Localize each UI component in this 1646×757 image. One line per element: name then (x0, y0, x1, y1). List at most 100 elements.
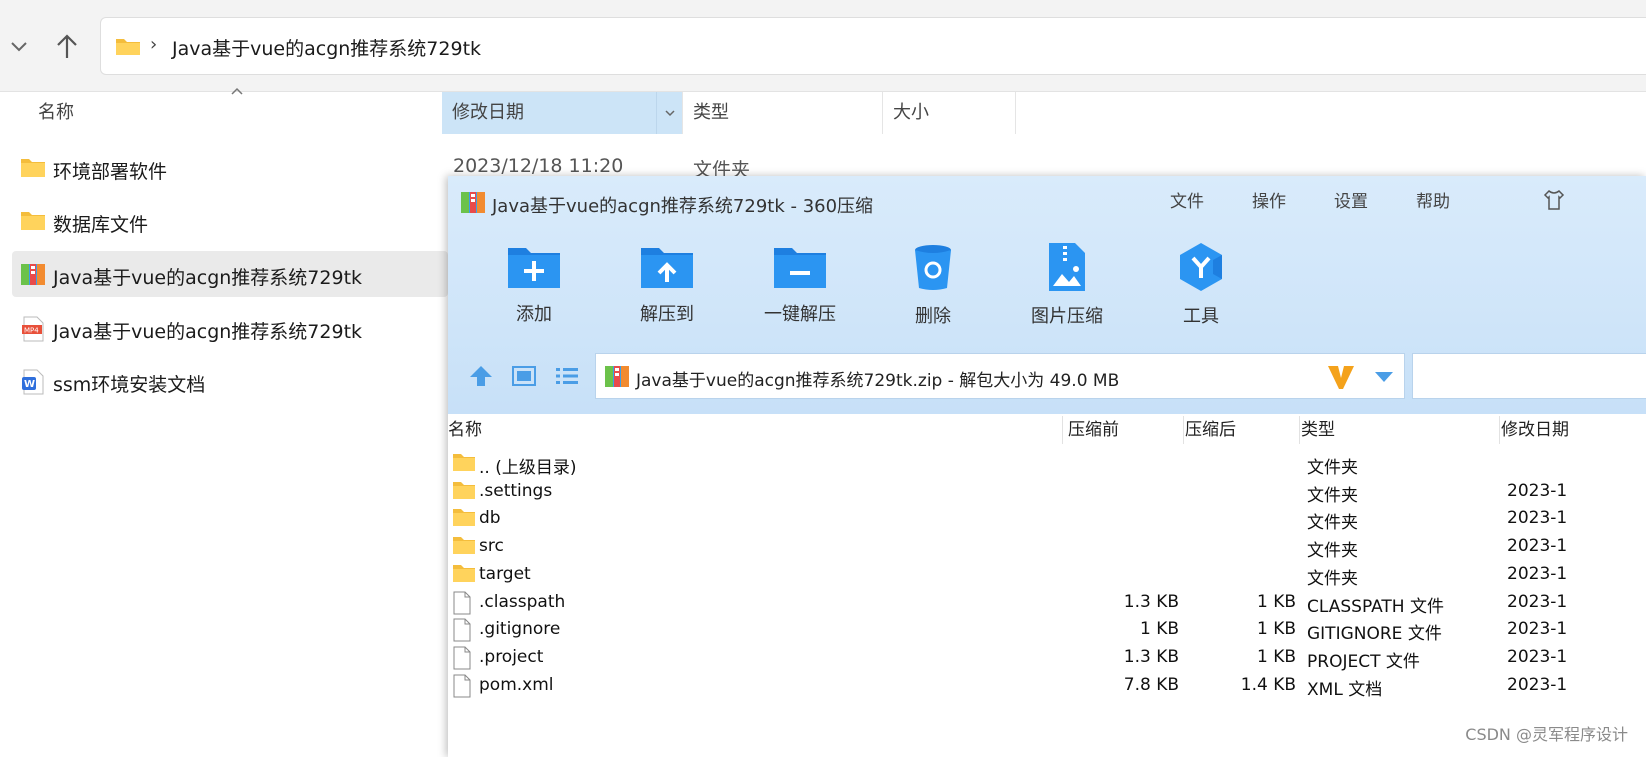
row-date: 2023-1 (1507, 480, 1568, 501)
table-row[interactable]: src 文件夹 2023-1 (448, 533, 1646, 561)
row-type: 文件夹 (1307, 485, 1358, 506)
archive-search-input[interactable] (1412, 353, 1646, 399)
mp4-file-icon: MP4 (22, 316, 44, 342)
column-header-size[interactable]: 大小 (882, 92, 1016, 134)
column-divider[interactable] (1499, 416, 1500, 444)
extract-to-icon (641, 248, 693, 288)
row-date: 2023-1 (1507, 646, 1568, 667)
file-row[interactable]: 数据库文件 (12, 198, 448, 244)
row-size-before: 1.3 KB (1123, 591, 1179, 612)
arrow-up-icon[interactable] (52, 30, 82, 64)
view-list-icon[interactable] (554, 364, 580, 388)
folder-icon (452, 452, 476, 477)
column-header-name[interactable]: 名称 (38, 92, 442, 134)
row-size-after: 1 KB (1256, 646, 1296, 667)
v-brand-icon[interactable] (1326, 362, 1356, 392)
table-row[interactable]: pom.xml 7.8 KB 1.4 KB XML 文档 2023-1 (448, 672, 1646, 700)
tool-one-click-extract-button[interactable]: 一键解压 (745, 242, 855, 332)
folder-icon (116, 39, 140, 55)
file-date: 2023/12/18 11:20 (453, 155, 624, 177)
view-thumbnail-icon[interactable] (511, 364, 537, 388)
chevron-down-icon[interactable] (1373, 370, 1395, 384)
column-divider[interactable] (1183, 416, 1184, 444)
tool-delete-button[interactable]: 删除 (878, 242, 988, 332)
add-folder-icon (508, 248, 560, 288)
file-row-selected[interactable]: Java基于vue的acgn推荐系统729tk (12, 251, 448, 297)
table-row[interactable]: .. (上级目录) 文件夹 (448, 450, 1646, 478)
zip-window: Java基于vue的acgn推荐系统729tk - 360压缩 文件 操作 设置… (448, 176, 1646, 757)
chevron-down-icon[interactable] (8, 32, 30, 60)
column-dropdown-button[interactable] (656, 92, 682, 134)
skin-shirt-icon[interactable] (1542, 188, 1566, 212)
tool-add-label: 添加 (516, 304, 552, 325)
zip-column-after[interactable]: 压缩后 (1185, 414, 1236, 446)
row-name: .settings (479, 480, 553, 501)
row-name: .classpath (479, 591, 566, 612)
chevron-down-icon (665, 110, 675, 117)
row-type: PROJECT 文件 (1307, 651, 1420, 672)
menu-operation[interactable]: 操作 (1252, 187, 1286, 212)
archive-path-bar[interactable]: Java基于vue的acgn推荐系统729tk.zip - 解包大小为 49.0… (595, 353, 1405, 399)
recycle-bin-icon (915, 245, 951, 290)
row-name: target (479, 563, 531, 584)
menu-help[interactable]: 帮助 (1416, 187, 1450, 212)
row-name: db (479, 508, 501, 529)
file-name: Java基于vue的acgn推荐系统729tk (53, 267, 363, 289)
zip-archive-icon (605, 366, 629, 387)
row-type: GITIGNORE 文件 (1307, 624, 1442, 645)
row-name: pom.xml (479, 674, 554, 695)
zip-column-before[interactable]: 压缩前 (1068, 414, 1119, 446)
tool-image-compress-button[interactable]: 图片压缩 (1012, 242, 1122, 332)
menu-settings[interactable]: 设置 (1334, 187, 1368, 212)
table-row[interactable]: .project 1.3 KB 1 KB PROJECT 文件 2023-1 (448, 644, 1646, 672)
tool-tools-button[interactable]: 工具 (1146, 242, 1256, 332)
file-row[interactable]: MP4 Java基于vue的acgn推荐系统729tk (12, 305, 448, 351)
table-row[interactable]: .settings 文件夹 2023-1 (448, 478, 1646, 506)
table-row[interactable]: .classpath 1.3 KB 1 KB CLASSPATH 文件 2023-1 (448, 589, 1646, 617)
tool-add-button[interactable]: 添加 (479, 242, 589, 332)
file-name: ssm环境安装文档 (53, 374, 206, 396)
word-doc-icon: W (22, 369, 44, 395)
table-row[interactable]: target 文件夹 2023-1 (448, 561, 1646, 589)
breadcrumb-path[interactable]: Java基于vue的acgn推荐系统729tk (172, 34, 481, 61)
sort-ascending-icon (231, 87, 243, 95)
image-compress-icon (1049, 243, 1085, 291)
tool-tools-label: 工具 (1183, 306, 1219, 327)
zip-column-name[interactable]: 名称 (448, 414, 482, 446)
file-icon (452, 618, 472, 647)
zip-column-date[interactable]: 修改日期 (1501, 414, 1569, 446)
row-date: 2023-1 (1507, 508, 1568, 529)
menu-file[interactable]: 文件 (1170, 187, 1204, 212)
arrow-up-icon[interactable] (468, 364, 494, 388)
svg-text:MP4: MP4 (24, 327, 39, 335)
tool-extract-to-button[interactable]: 解压到 (612, 242, 722, 332)
file-row[interactable]: W ssm环境安装文档 (12, 358, 448, 404)
row-name: .project (479, 646, 544, 667)
row-date: 2023-1 (1507, 619, 1568, 640)
zip-column-type[interactable]: 类型 (1301, 414, 1335, 446)
column-header-date[interactable]: 修改日期 (442, 92, 682, 134)
row-size-after: 1.4 KB (1240, 674, 1296, 695)
window-title: Java基于vue的acgn推荐系统729tk - 360压缩 (492, 196, 874, 217)
row-size-before: 1 KB (1139, 619, 1179, 640)
column-divider[interactable] (1299, 416, 1300, 444)
column-divider[interactable] (1062, 416, 1063, 444)
row-date: 2023-1 (1507, 591, 1568, 612)
file-row[interactable]: 环境部署软件 (12, 145, 448, 191)
address-bar[interactable]: › Java基于vue的acgn推荐系统729tk (100, 17, 1646, 75)
column-header-type[interactable]: 类型 (682, 92, 882, 134)
table-row[interactable]: .gitignore 1 KB 1 KB GITIGNORE 文件 2023-1 (448, 616, 1646, 644)
row-type: 文件夹 (1307, 458, 1358, 478)
row-name: .gitignore (479, 619, 561, 640)
folder-icon (452, 563, 476, 588)
folder-icon (452, 535, 476, 560)
row-date: 2023-1 (1507, 674, 1568, 695)
watermark: CSDN @灵军程序设计 (1465, 725, 1628, 744)
file-name: 数据库文件 (53, 214, 149, 236)
breadcrumb-separator: › (150, 34, 158, 55)
archive-path-text: Java基于vue的acgn推荐系统729tk.zip - 解包大小为 49.0… (636, 371, 1120, 391)
zip-toolbar-area: Java基于vue的acgn推荐系统729tk - 360压缩 文件 操作 设置… (448, 176, 1646, 414)
tool-image-compress-label: 图片压缩 (1031, 306, 1103, 327)
table-row[interactable]: db 文件夹 2023-1 (448, 505, 1646, 533)
tools-icon (1180, 243, 1222, 291)
